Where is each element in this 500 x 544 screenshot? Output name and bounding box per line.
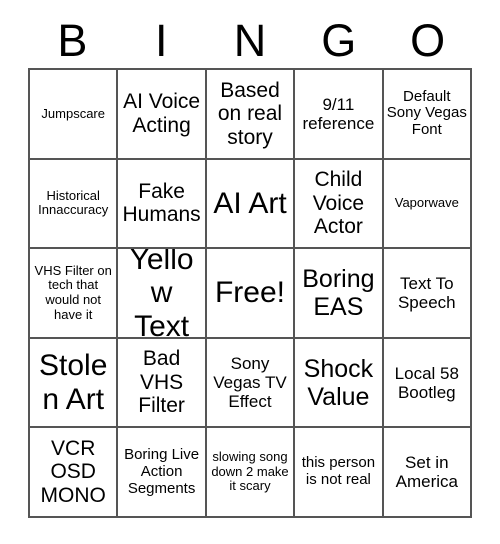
bingo-cell-label: Boring EAS	[302, 264, 375, 321]
bingo-cell-label: Set in America	[395, 453, 458, 492]
bingo-cell-label: Child Voice Actor	[312, 168, 365, 239]
bingo-cell-r4c1[interactable]: Stolen Art	[30, 338, 119, 429]
bingo-cell-r5c1[interactable]: VCR OSD MONO	[30, 428, 119, 518]
bingo-cell-label: AI Art	[213, 186, 287, 220]
bingo-cell-r3c4[interactable]: Boring EAS	[295, 249, 384, 339]
bingo-cell-label: Fake Humans	[122, 179, 201, 227]
bingo-cell-r1c1[interactable]: Jumpscare	[30, 70, 119, 160]
bingo-cell-r1c5[interactable]: Default Sony Vegas Font	[383, 70, 472, 160]
bingo-cell-label: Stolen Art	[39, 348, 108, 416]
bingo-cell-label: Boring Live Action Segments	[124, 445, 200, 497]
bingo-cell-label: slowing song down 2 make it scary	[211, 449, 289, 494]
bingo-cell-r4c4[interactable]: Shock Value	[295, 338, 384, 429]
bingo-cell-r3c2[interactable]: Yellow Text	[118, 249, 207, 339]
bingo-cell-label: Default Sony Vegas Font	[386, 87, 467, 139]
bingo-header-letter-i: I	[154, 15, 168, 66]
bingo-cell-label: AI Voice Acting	[123, 90, 201, 137]
bingo-cell-r5c2[interactable]: Boring Live Action Segments	[118, 428, 207, 518]
bingo-cell-label: Shock Value	[303, 354, 374, 411]
bingo-cell-r2c2[interactable]: Fake Humans	[118, 159, 207, 250]
bingo-cell-label: Local 58 Bootleg	[394, 363, 459, 402]
bingo-cell-label: Jumpscare	[41, 105, 105, 121]
bingo-cell-r1c2[interactable]: AI Voice Acting	[118, 70, 207, 160]
bingo-cell-label: Text To Speech	[397, 273, 456, 312]
bingo-cell-r3c1[interactable]: VHS Filter on tech that would not have i…	[30, 249, 119, 339]
bingo-cell-label: Bad VHS Filter	[138, 347, 185, 418]
bingo-cell-label: Free!	[214, 276, 285, 310]
bingo-cell-r4c2[interactable]: Bad VHS Filter	[118, 338, 207, 429]
bingo-cell-label: Historical Innaccuracy	[38, 187, 109, 218]
bingo-cell-r2c4[interactable]: Child Voice Actor	[295, 159, 384, 250]
bingo-cell-label: 9/11 reference	[302, 94, 375, 133]
bingo-header-letter-o: O	[410, 15, 446, 66]
bingo-header-letter-n: N	[233, 15, 267, 66]
bingo-cell-label: VHS Filter on tech that would not have i…	[34, 262, 112, 322]
bingo-cell-r3c5[interactable]: Text To Speech	[383, 249, 472, 339]
bingo-cell-label: VCR OSD MONO	[40, 436, 106, 507]
bingo-cell-r5c5[interactable]: Set in America	[383, 428, 472, 518]
bingo-header-letter-g: G	[321, 15, 357, 66]
bingo-cell-label: Yellow Text	[129, 249, 194, 339]
bingo-cell-r2c5[interactable]: Vaporwave	[383, 159, 472, 250]
bingo-cell-r5c4[interactable]: this person is not real	[295, 428, 384, 518]
bingo-cell-label: Based on real story	[217, 78, 283, 149]
bingo-cell-r4c3[interactable]: Sony Vegas TV Effect	[206, 338, 296, 429]
bingo-cell-r2c3[interactable]: AI Art	[206, 159, 296, 250]
bingo-cell-r3c3[interactable]: Free!	[206, 249, 296, 339]
bingo-cell-r2c1[interactable]: Historical Innaccuracy	[30, 159, 119, 250]
bingo-cell-label: Vaporwave	[394, 195, 459, 211]
bingo-cell-label: this person is not real	[301, 454, 376, 489]
bingo-cell-r4c5[interactable]: Local 58 Bootleg	[383, 338, 472, 429]
bingo-header-letter-b: B	[57, 15, 88, 66]
bingo-cell-r5c3[interactable]: slowing song down 2 make it scary	[206, 428, 296, 518]
bingo-cell-r1c4[interactable]: 9/11 reference	[295, 70, 384, 160]
bingo-grid: Jumpscare AI Voice Acting Based on real st…	[28, 68, 472, 518]
bingo-card: B I N G O Jumpscare AI Voice Acting Based …	[28, 0, 472, 544]
bingo-header-row: B I N G O	[28, 0, 472, 68]
bingo-cell-r1c3[interactable]: Based on real story	[206, 70, 296, 160]
bingo-cell-label: Sony Vegas TV Effect	[213, 354, 287, 412]
